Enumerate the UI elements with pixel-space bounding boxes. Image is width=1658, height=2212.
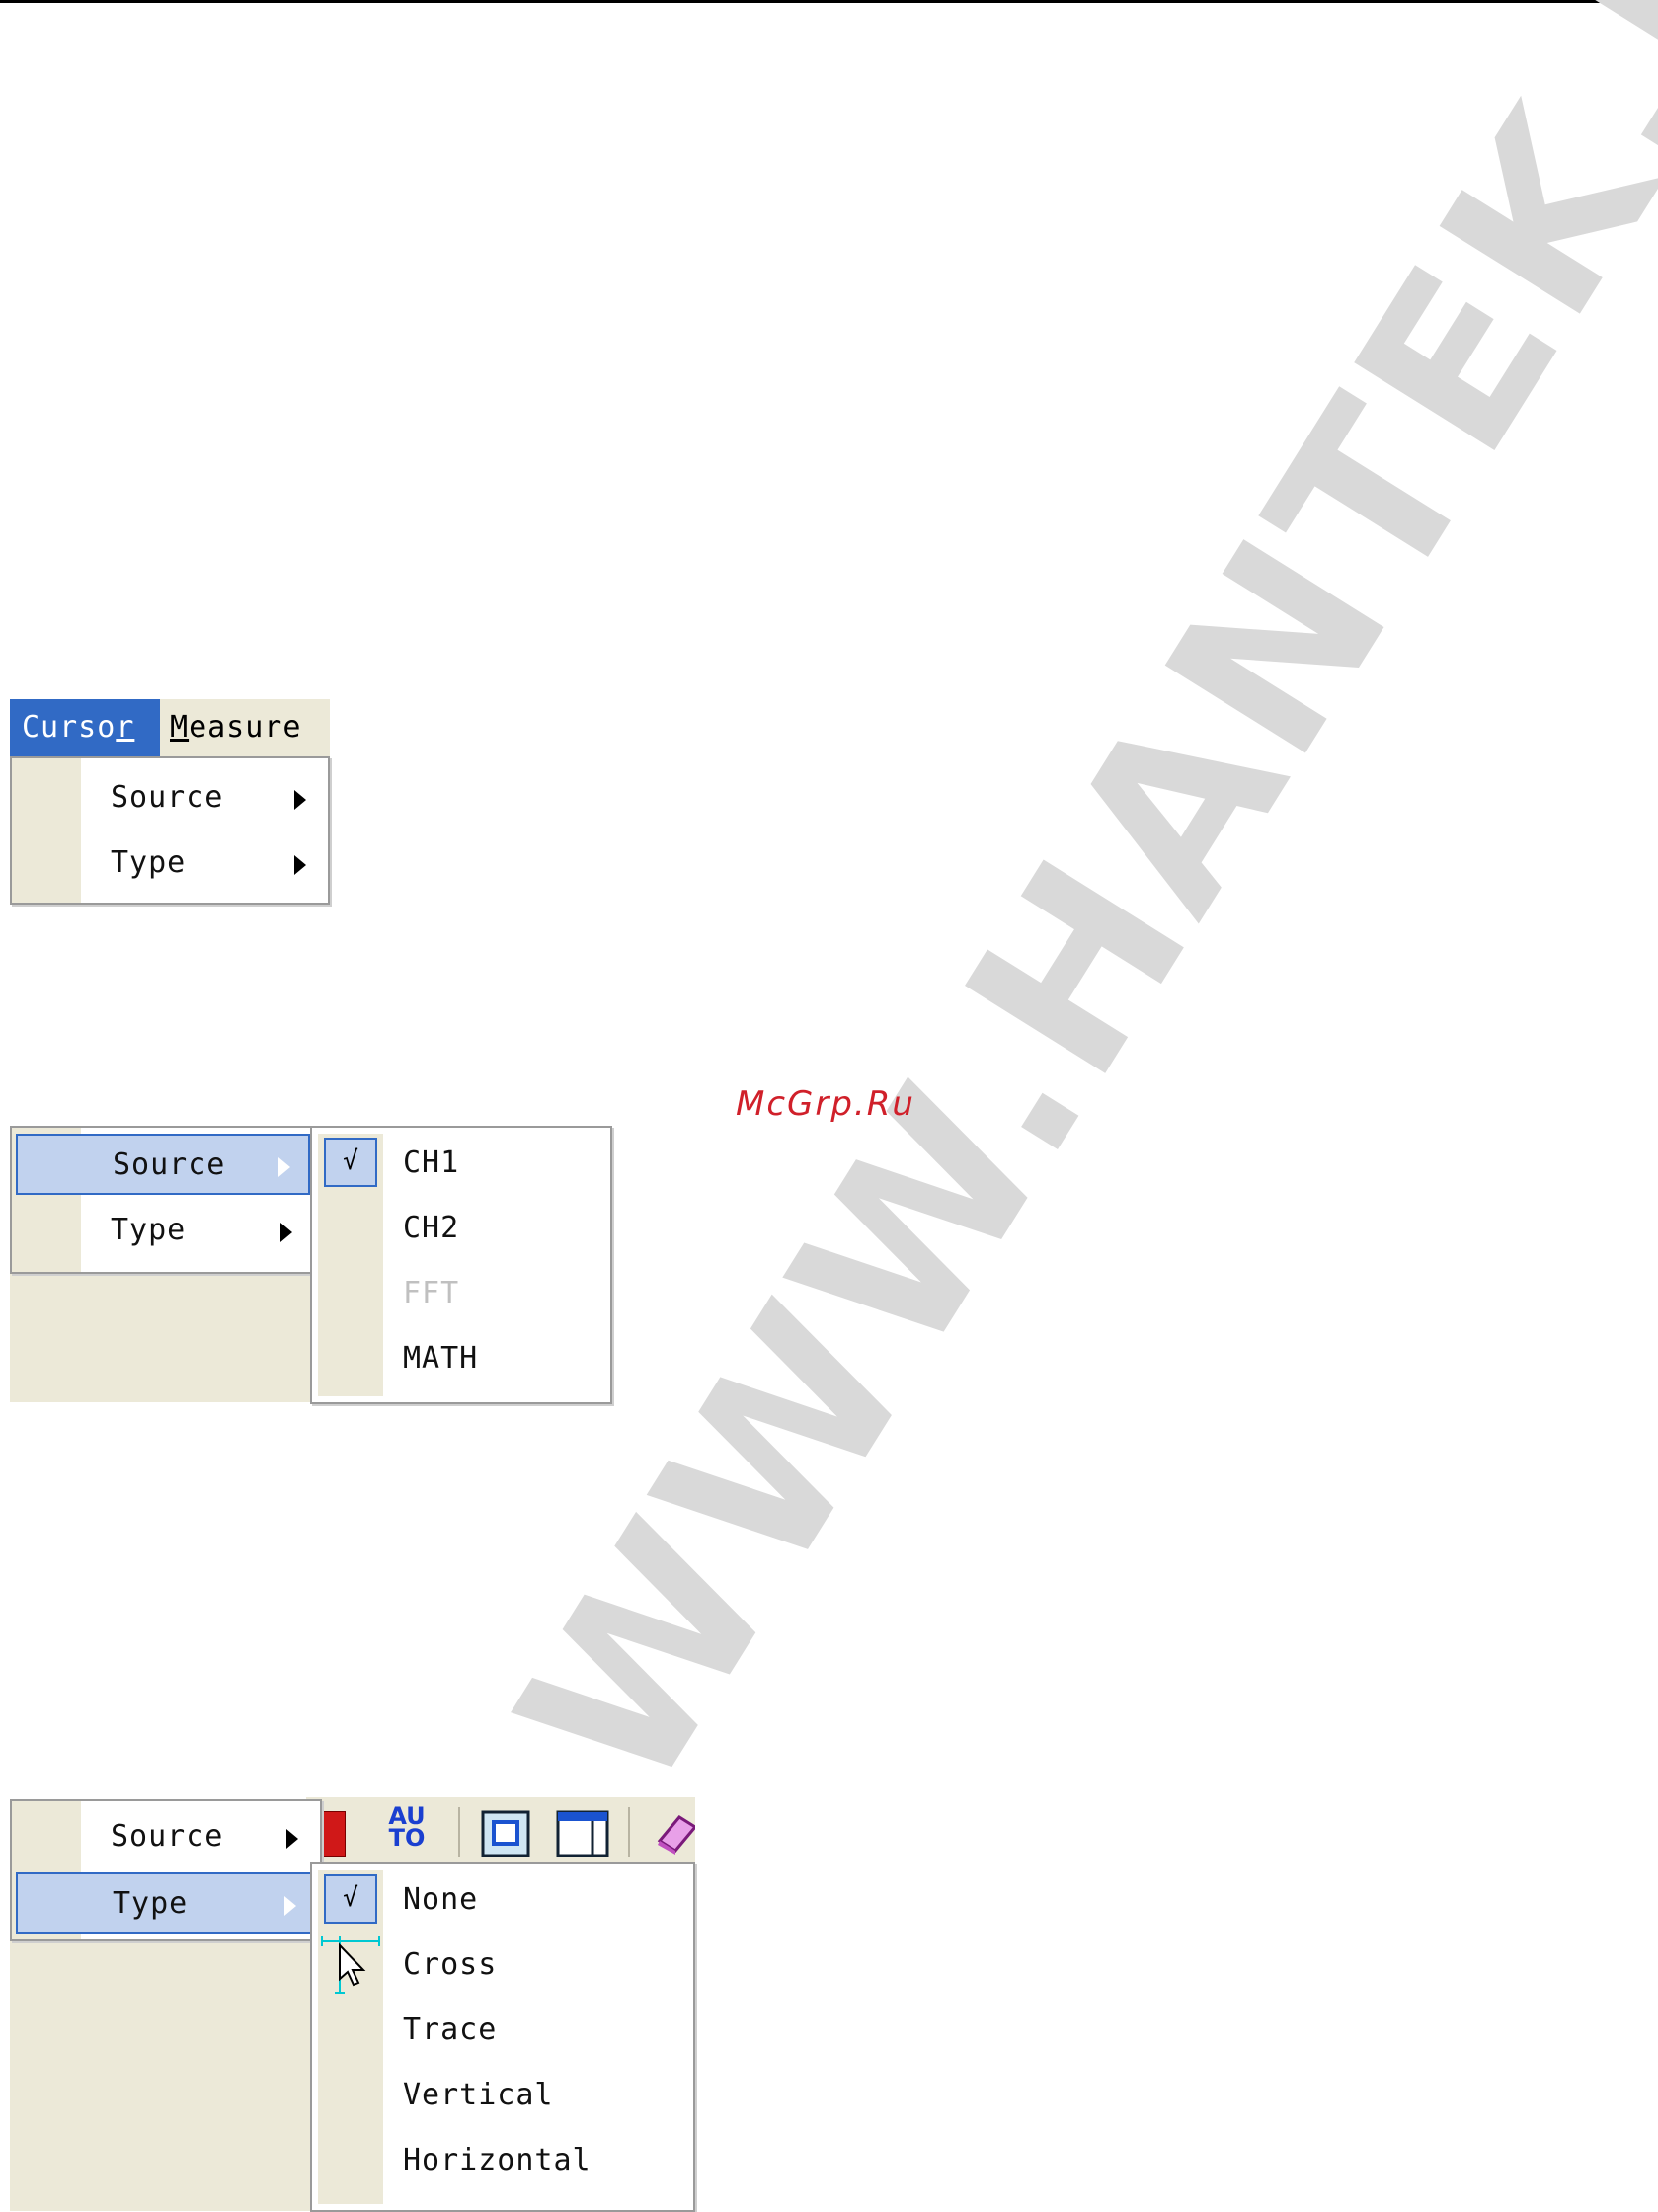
submenu-item-math[interactable]: MATH [316,1329,606,1390]
menu-item-source[interactable]: Source [16,1807,316,1868]
menu-measure[interactable]: Measure [158,699,313,756]
menu-item-type[interactable]: Type [16,833,324,895]
fullscreen-icon[interactable] [480,1809,531,1858]
menubar: Cursor Measure [10,699,330,756]
type-submenu: √ None Cross Trace Vertical Horizontal [310,1862,695,2212]
submenu-arrow-icon [284,1896,296,1916]
watermark: WWW.HANTEK.RU [469,0,1658,1835]
submenu-item-trace[interactable]: Trace [316,2001,689,2062]
menu-item-source-highlighted[interactable]: Source [16,1134,310,1195]
top-rule [0,0,1658,3]
submenu-arrow-icon [286,1829,298,1849]
submenu-arrow-icon [280,1223,292,1242]
toolbar-fragment: AU TO [306,1797,695,1866]
site-label: McGrp.Ru [736,1084,915,1124]
checkmark-icon: √ [324,1138,377,1187]
toolbar-divider [628,1807,630,1856]
checkmark-icon: √ [324,1874,377,1924]
submenu-item-vertical[interactable]: Vertical [316,2066,689,2127]
menu-cursor[interactable]: Cursor [10,699,160,756]
menu-item-type[interactable]: Type [16,1201,310,1262]
window-layout-icon[interactable] [555,1809,610,1858]
auto-set-icon[interactable]: AU TO [385,1804,429,1850]
toolbar-divider [458,1807,460,1856]
cursor-pointer-icon [321,1936,380,1994]
window-background [10,1270,314,1402]
cursor-dropdown: Source Type [10,756,330,905]
submenu-item-cross[interactable]: Cross [316,1936,689,1997]
stop-icon[interactable] [322,1811,346,1856]
submenu-item-ch1[interactable]: √ CH1 [316,1134,606,1195]
submenu-arrow-icon [294,855,306,875]
submenu-item-none[interactable]: √ None [316,1870,689,1932]
cursor-dropdown-3: Source Type [10,1799,322,1941]
source-submenu: √ CH1 CH2 FFT MATH [310,1126,612,1404]
submenu-item-horizontal[interactable]: Horizontal [316,2131,689,2192]
cursor-dropdown-2: Source Type [10,1126,316,1274]
menu-item-type-highlighted[interactable]: Type [16,1872,316,1934]
submenu-item-fft: FFT [403,1276,460,1310]
submenu-item-ch2[interactable]: CH2 [316,1199,606,1260]
help-book-icon[interactable] [654,1807,695,1856]
submenu-arrow-icon [278,1157,290,1177]
window-background [10,1937,312,2211]
menu-item-source[interactable]: Source [16,768,324,830]
submenu-arrow-icon [294,790,306,810]
